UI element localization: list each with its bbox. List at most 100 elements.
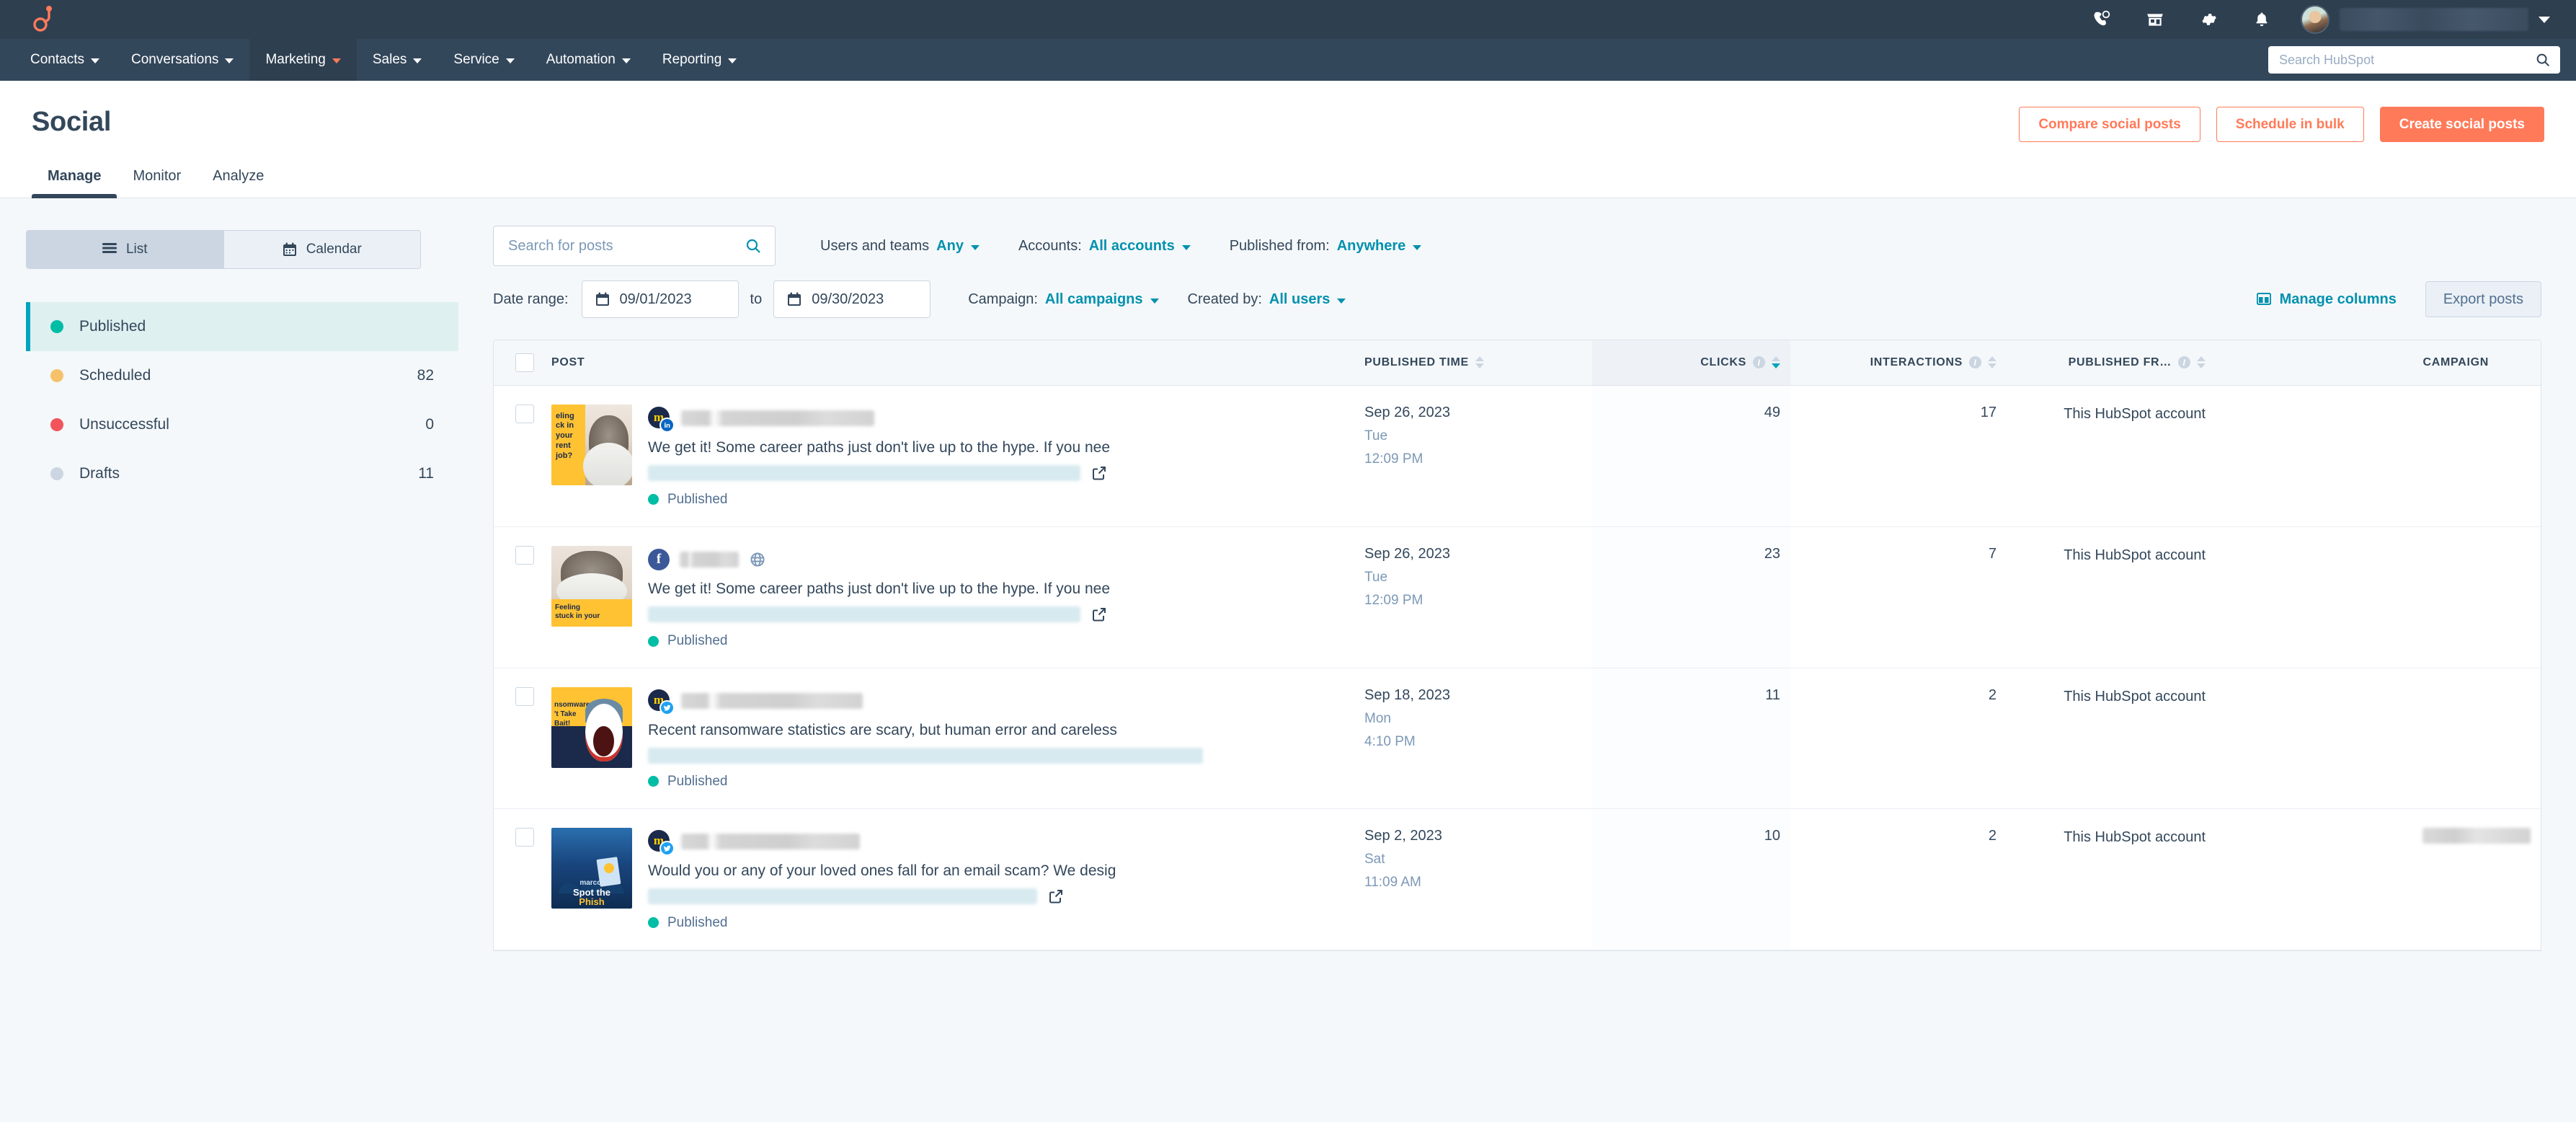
tab-manage[interactable]: Manage [32, 158, 117, 198]
column-interactions[interactable]: INTERACTIONS i [1790, 340, 2007, 386]
row-select-cell [494, 668, 540, 809]
table-row[interactable]: eling ck in your rent job? m We get it! … [494, 385, 2541, 527]
view-toggle-calendar[interactable]: Calendar [223, 231, 420, 268]
tab-analyze[interactable]: Analyze [197, 158, 280, 198]
bell-icon[interactable] [2247, 5, 2276, 34]
sort-icon[interactable] [2197, 356, 2206, 369]
sort-icon-active[interactable] [1772, 356, 1780, 369]
date-to-input[interactable]: 09/30/2023 [773, 280, 931, 318]
tab-monitor[interactable]: Monitor [117, 158, 197, 198]
nav-item-marketing[interactable]: Marketing [249, 39, 357, 81]
columns-icon [2256, 293, 2271, 305]
column-post[interactable]: POST [540, 340, 1354, 386]
list-icon [102, 243, 117, 253]
external-link-icon[interactable] [1047, 888, 1065, 905]
chevron-down-icon [1181, 244, 1191, 250]
page-actions: Compare social posts Schedule in bulk Cr… [2019, 107, 2544, 142]
table-row[interactable]: Feeling stuck in your f We get it! Some … [494, 526, 2541, 669]
column-published-from[interactable]: PUBLISHED FR… i [2007, 340, 2216, 386]
sort-icon[interactable] [1475, 356, 1484, 369]
post-text: Would you or any of your loved ones fall… [648, 862, 1116, 879]
account-name-redacted [681, 693, 863, 710]
post-status: Published [648, 774, 1344, 790]
filter-label: Created by: [1187, 291, 1262, 307]
main-content: Search for posts Users and teams Any Acc… [493, 198, 2576, 1118]
published-weekday: Sat [1364, 851, 1385, 867]
filter-users-and-teams[interactable]: Users and teams Any [820, 238, 980, 255]
campaign-cell [2216, 668, 2541, 809]
filter-label: Published from: [1229, 237, 1330, 254]
sidebar-item-scheduled[interactable]: Scheduled 82 [26, 351, 458, 400]
select-all-checkbox[interactable] [515, 353, 534, 372]
marketplace-icon[interactable] [2141, 5, 2169, 34]
external-link-icon[interactable] [1091, 606, 1108, 623]
manage-columns-label: Manage columns [2279, 291, 2397, 307]
nav-item-automation[interactable]: Automation [530, 39, 647, 81]
row-checkbox[interactable] [515, 827, 534, 847]
table-row[interactable]: marco) Spot the Phish m Would you or any… [494, 808, 2541, 950]
phone-icon[interactable] [2087, 5, 2116, 34]
published-clock: 12:09 PM [1364, 451, 1424, 467]
post-link-redacted [648, 747, 1203, 764]
sidebar-item-unsuccessful[interactable]: Unsuccessful 0 [26, 400, 458, 449]
filter-accounts[interactable]: Accounts: All accounts [1018, 238, 1191, 255]
interactions-cell: 2 [1790, 668, 2007, 809]
info-icon[interactable]: i [1753, 356, 1765, 369]
account-name-redacted [2340, 8, 2528, 31]
view-toggle-list[interactable]: List [27, 231, 223, 268]
info-icon[interactable]: i [2178, 356, 2190, 369]
create-social-posts-button[interactable]: Create social posts [2379, 107, 2544, 142]
global-search-input[interactable]: Search HubSpot [2268, 46, 2560, 74]
hubspot-sprocket-logo[interactable] [30, 3, 63, 36]
row-select-cell [494, 526, 540, 669]
compare-social-posts-button[interactable]: Compare social posts [2019, 107, 2200, 142]
nav-item-sales[interactable]: Sales [357, 39, 438, 81]
row-checkbox[interactable] [515, 687, 534, 707]
nav-item-conversations[interactable]: Conversations [115, 39, 249, 81]
nav-item-contacts[interactable]: Contacts [14, 39, 115, 81]
post-thumbnail: marco) Spot the Phish [551, 827, 632, 909]
sidebar-item-label: Drafts [79, 465, 120, 482]
account-menu[interactable] [2301, 5, 2550, 34]
export-posts-button[interactable]: Export posts [2425, 281, 2541, 317]
column-published-time[interactable]: PUBLISHED TIME [1354, 340, 1592, 386]
published-weekday: Tue [1364, 569, 1388, 585]
thumbnail-text: Feeling stuck in your [555, 603, 600, 620]
status-dot-published [50, 320, 63, 333]
row-checkbox[interactable] [515, 404, 534, 423]
sidebar-item-drafts[interactable]: Drafts 11 [26, 449, 458, 498]
nav-label: Marketing [265, 52, 326, 67]
post-text: We get it! Some career paths just don't … [648, 580, 1110, 597]
column-label: PUBLISHED FR… [2068, 355, 2172, 368]
search-input[interactable]: Search for posts [493, 226, 776, 266]
filter-published-from[interactable]: Published from: Anywhere [1230, 238, 1422, 255]
avatar [2301, 5, 2329, 34]
filter-campaign[interactable]: Campaign: All campaigns [968, 291, 1159, 308]
published-clock: 4:10 PM [1364, 734, 1416, 750]
sort-icon[interactable] [1988, 356, 1997, 369]
published-date: Sep 26, 2023 [1364, 545, 1450, 562]
date-from-input[interactable]: 09/01/2023 [581, 280, 739, 318]
chevron-down-icon[interactable] [2539, 16, 2550, 23]
status-label: Published [667, 633, 728, 649]
published-date: Sep 26, 2023 [1364, 404, 1450, 420]
manage-columns-button[interactable]: Manage columns [2256, 291, 2397, 308]
info-icon[interactable]: i [1969, 356, 1981, 369]
table-row[interactable]: nsomware:'t Take Bait! m Recent ransomwa… [494, 668, 2541, 809]
nav-label: Reporting [662, 52, 722, 67]
gear-icon[interactable] [2194, 5, 2223, 34]
schedule-in-bulk-button[interactable]: Schedule in bulk [2216, 107, 2364, 142]
sidebar-item-published[interactable]: Published [26, 302, 458, 351]
filters-row-2: Date range: 09/01/2023 to 09/30/2023 Cam… [493, 280, 2541, 318]
status-dot-unsuccessful [50, 418, 63, 431]
status-dot-published [648, 494, 659, 505]
clicks-cell: 23 [1592, 526, 1790, 669]
column-clicks[interactable]: CLICKS i [1592, 340, 1790, 386]
published-from-cell: This HubSpot account [2007, 385, 2216, 527]
nav-item-reporting[interactable]: Reporting [647, 39, 752, 81]
external-link-icon[interactable] [1091, 464, 1108, 482]
row-checkbox[interactable] [515, 545, 534, 565]
nav-item-service[interactable]: Service [438, 39, 530, 81]
column-campaign[interactable]: CAMPAIGN [2216, 340, 2541, 386]
filter-created-by[interactable]: Created by: All users [1188, 291, 1346, 308]
